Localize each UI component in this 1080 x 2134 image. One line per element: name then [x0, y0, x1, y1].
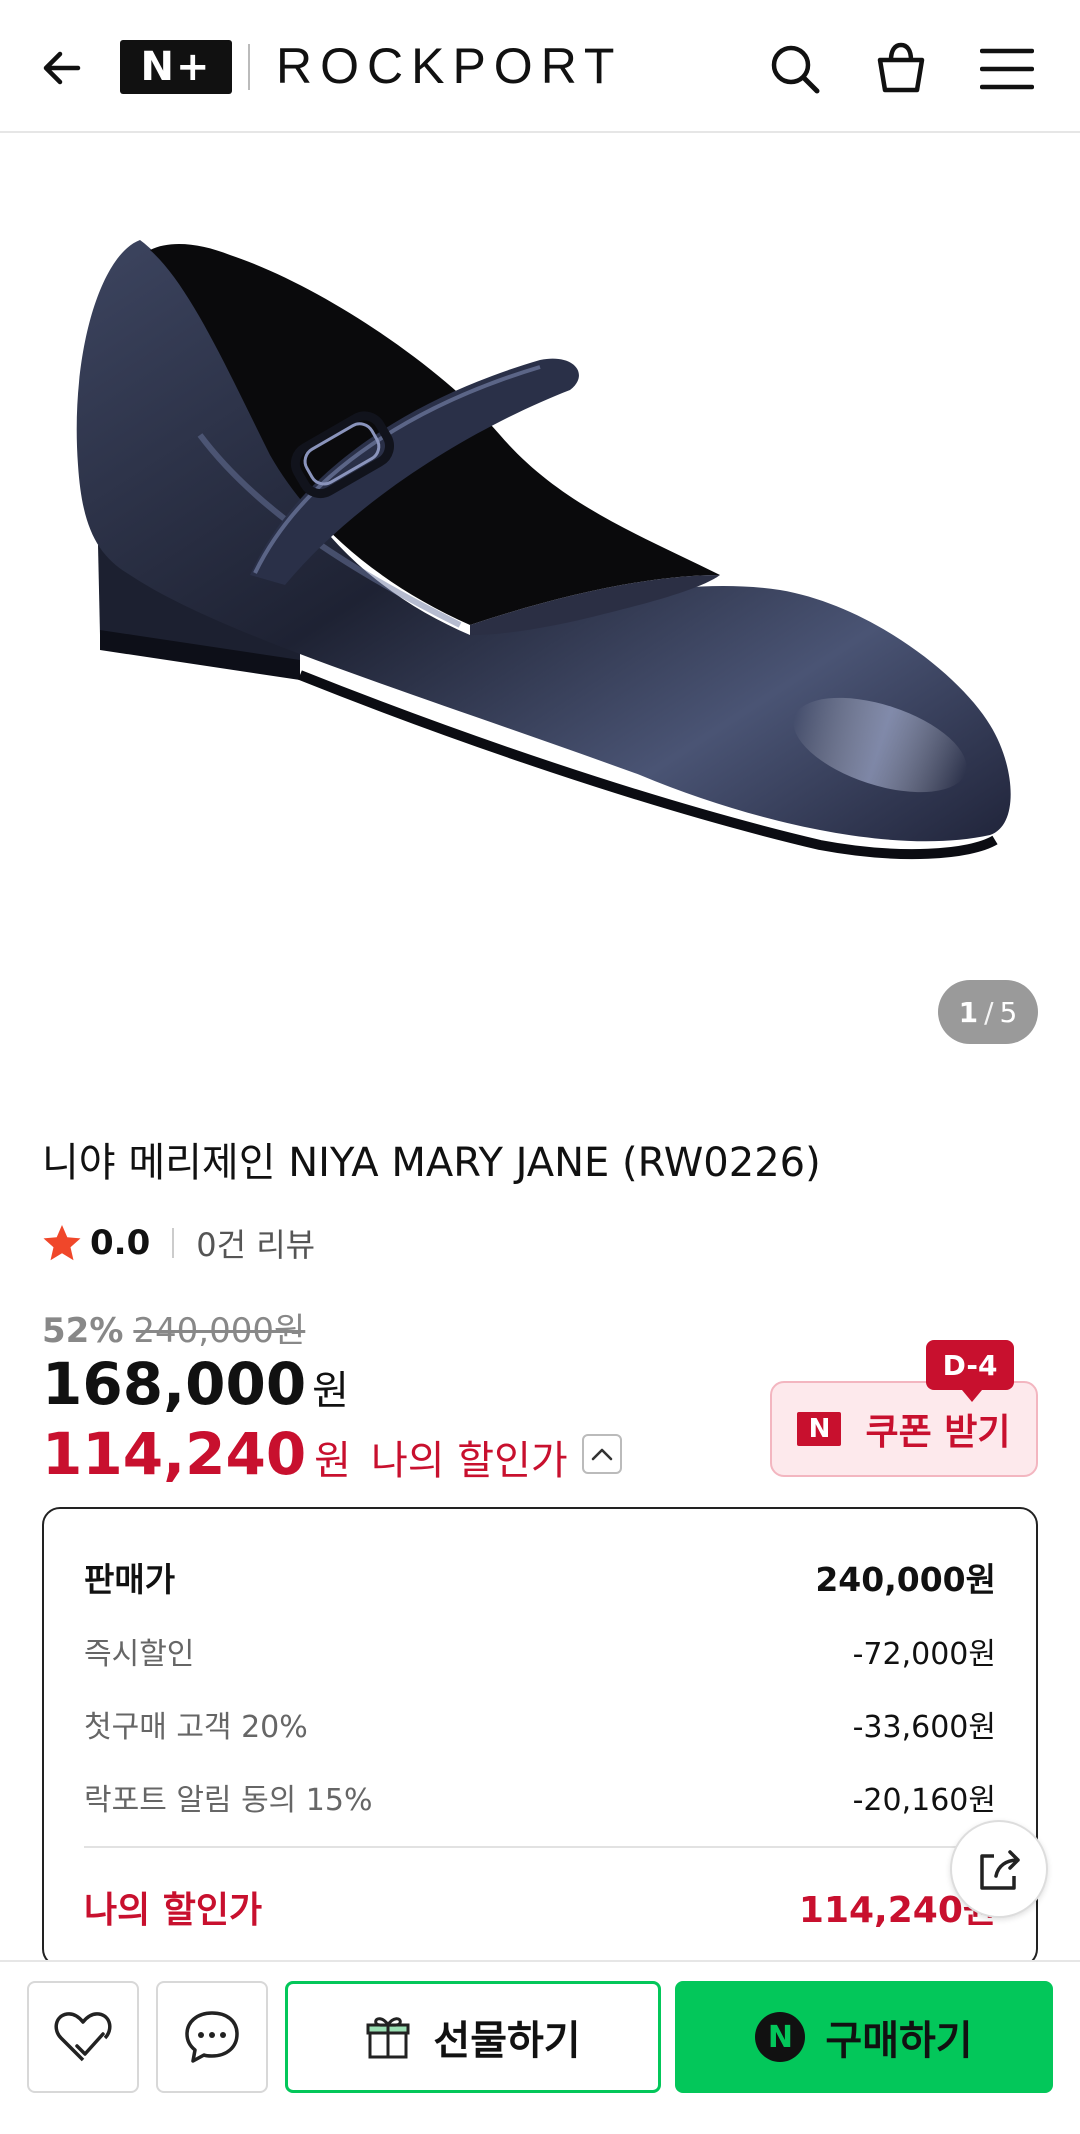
breakdown-row: 락포트 알림 동의 15% -20,160원: [84, 1775, 996, 1819]
heart-check-icon: [54, 2012, 112, 2062]
star-icon: [43, 1225, 81, 1261]
my-price-label: 나의 할인가: [370, 1438, 568, 1484]
search-button[interactable]: [760, 34, 830, 104]
wishlist-button[interactable]: [27, 1981, 139, 2093]
cart-button[interactable]: [866, 32, 936, 102]
breakdown-value: -20,160원: [852, 1783, 996, 1818]
pager-total: 5: [999, 995, 1018, 1029]
breakdown-value: 240,000원: [815, 1560, 996, 1599]
naver-pay-icon: N: [755, 2012, 806, 2062]
share-icon: [980, 1850, 1020, 1890]
chevron-up-icon: [591, 1448, 613, 1461]
price-details-toggle[interactable]: [581, 1434, 622, 1474]
breakdown-label: 락포트 알림 동의 15%: [84, 1783, 373, 1818]
coupon-label: 쿠폰 받기: [865, 1412, 1011, 1453]
chat-bubble-icon: [185, 2011, 239, 2063]
gift-button[interactable]: 선물하기: [285, 1981, 661, 2093]
buy-label: 구매하기: [825, 2018, 973, 2064]
my-price-value: 114,240: [42, 1420, 307, 1488]
breakdown-row: 즉시할인 -72,000원: [84, 1629, 996, 1673]
breakdown-row: 첫구매 고객 20% -33,600원: [84, 1702, 996, 1746]
review-count[interactable]: 0건 리뷰: [196, 1220, 315, 1266]
divider: [172, 1228, 175, 1258]
pager-separator: /: [984, 995, 994, 1029]
breakdown-label: 즉시할인: [84, 1637, 195, 1672]
gift-label: 선물하기: [433, 2018, 581, 2064]
original-price: 240,000원: [133, 1311, 306, 1351]
shopping-bag-icon: [877, 42, 925, 93]
breakdown-row: 판매가 240,000원: [84, 1553, 996, 1601]
breakdown-total: 나의 할인가 114,240원: [84, 1881, 996, 1933]
breakdown-value: -72,000원: [852, 1637, 996, 1672]
nplus-logo[interactable]: N+: [120, 40, 232, 94]
gift-icon: [366, 2017, 410, 2059]
gallery-pager: 1/5: [938, 980, 1038, 1044]
breakdown-value: -33,600원: [852, 1710, 996, 1745]
price-breakdown: 판매가 240,000원 즉시할인 -72,000원 첫구매 고객 20% -3…: [42, 1507, 1038, 1967]
top-header: N+ ROCKPORT: [0, 0, 1080, 133]
currency-label: 원: [312, 1368, 349, 1414]
mary-jane-shoe-image: [76, 240, 1011, 860]
back-button[interactable]: [30, 36, 94, 100]
menu-button[interactable]: [972, 34, 1042, 104]
brand-logo[interactable]: ROCKPORT: [276, 36, 622, 96]
product-title: 니야 메리제인 NIYA MARY JANE (RW0226): [42, 1140, 821, 1186]
breakdown-label: 첫구매 고객 20%: [84, 1710, 308, 1745]
arrow-left-icon: [43, 51, 81, 85]
sale-price: 168,000 원: [42, 1350, 349, 1418]
total-label: 나의 할인가: [84, 1890, 263, 1931]
naver-badge-icon: N: [797, 1412, 842, 1446]
rating-row[interactable]: 0.0 0건 리뷰: [42, 1220, 315, 1266]
bottom-action-bar: 선물하기 N 구매하기: [0, 1960, 1080, 2134]
coupon-button[interactable]: N 쿠폰 받기: [770, 1381, 1038, 1477]
original-price-row: 52% 240,000원: [42, 1303, 305, 1352]
divider: [84, 1846, 996, 1848]
my-discount-price: 114,240 원 나의 할인가: [42, 1420, 622, 1488]
share-button[interactable]: [950, 1820, 1048, 1918]
buy-button[interactable]: N 구매하기: [675, 1981, 1053, 2093]
my-price-currency: 원: [314, 1438, 351, 1484]
logo-divider: [248, 44, 250, 90]
talk-button[interactable]: [156, 1981, 268, 2093]
rating-score: 0.0: [90, 1223, 151, 1263]
product-image[interactable]: [0, 135, 1080, 1075]
dday-badge: D-4: [926, 1340, 1014, 1402]
search-icon: [771, 45, 820, 94]
sale-price-value: 168,000: [42, 1350, 307, 1418]
hamburger-icon: [980, 48, 1034, 90]
discount-percent: 52%: [42, 1311, 124, 1351]
pager-current: 1: [958, 995, 979, 1029]
breakdown-label: 판매가: [84, 1560, 176, 1599]
